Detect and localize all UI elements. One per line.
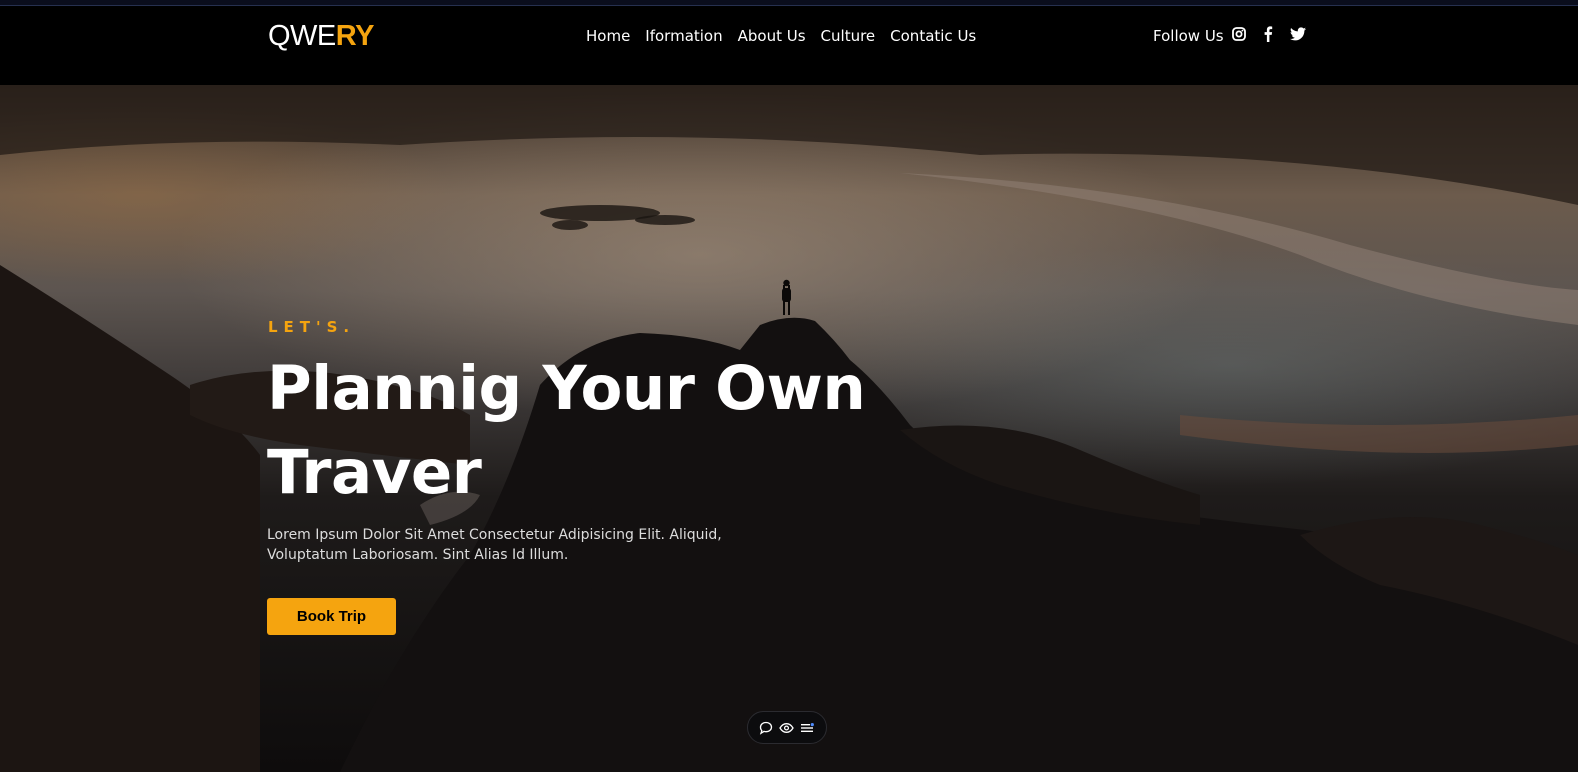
hero-eyebrow: LET'S. (268, 318, 356, 336)
eye-icon[interactable] (779, 720, 795, 736)
twitter-icon[interactable] (1289, 25, 1307, 43)
logo[interactable]: QWERY (268, 20, 375, 53)
logo-text-primary: QWE (268, 20, 336, 52)
floating-toolbar (747, 711, 827, 744)
nav-link-home[interactable]: Home (586, 27, 630, 45)
nav-link-about-us[interactable]: About Us (738, 27, 806, 45)
nav-link-contact-us[interactable]: Contatic Us (890, 27, 976, 45)
logo-text-accent: RY (335, 20, 375, 52)
nav-link-information[interactable]: Iformation (645, 27, 722, 45)
hero-headline: Plannig Your Own Traver (267, 353, 866, 508)
hero-description: Lorem Ipsum Dolor Sit Amet Consectetur A… (267, 527, 722, 563)
book-trip-button[interactable]: Book Trip (267, 598, 396, 635)
nav-link-culture[interactable]: Culture (821, 27, 876, 45)
instagram-icon[interactable] (1230, 25, 1248, 43)
navbar: QWERY Home Iformation About Us Culture C… (0, 6, 1578, 85)
window-top-border (0, 0, 1578, 6)
follow-us-label: Follow Us (1153, 27, 1224, 45)
hero-section: LET'S. Plannig Your Own Traver Lorem Ips… (0, 85, 1578, 772)
chat-bubble-icon[interactable] (758, 720, 774, 736)
facebook-icon[interactable] (1259, 25, 1277, 43)
nav-menu: Home Iformation About Us Culture Contati… (586, 27, 976, 45)
menu-list-icon[interactable] (800, 720, 816, 736)
